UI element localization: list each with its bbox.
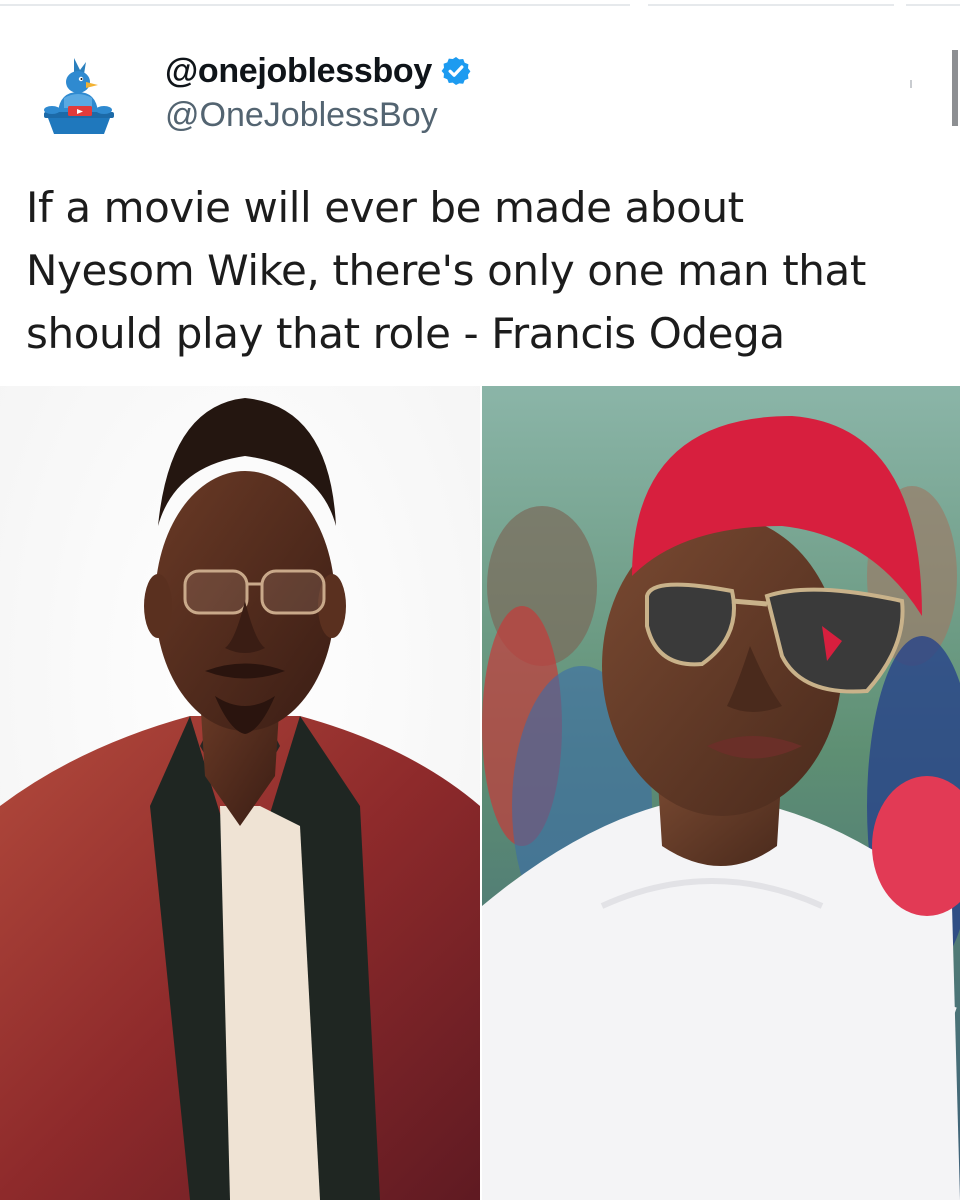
tweet-text-line: Nyesom Wike, there's only one man that [26,246,866,295]
verified-badge-icon [441,57,471,85]
top-divider [648,4,894,6]
tweet-text: If a movie will ever be made about Nyeso… [26,176,936,365]
avatar-illustration [35,53,123,141]
display-name[interactable]: @onejoblessboy [165,52,432,91]
handle[interactable]: @OneJoblessBoy [165,96,438,135]
avatar[interactable] [34,52,124,142]
tweet-text-line: If a movie will ever be made about [26,183,744,232]
photo-right[interactable] [482,386,960,1200]
top-divider [906,4,960,6]
top-divider [0,4,630,6]
tweet-media[interactable] [0,386,960,1200]
photo-left[interactable] [0,386,480,1200]
edge-scroll-mark [952,50,958,126]
tweet-text-line: should play that role - Francis Odega [26,309,785,358]
author-name-row[interactable]: @onejoblessboy [165,48,472,94]
edge-tick [910,80,912,88]
